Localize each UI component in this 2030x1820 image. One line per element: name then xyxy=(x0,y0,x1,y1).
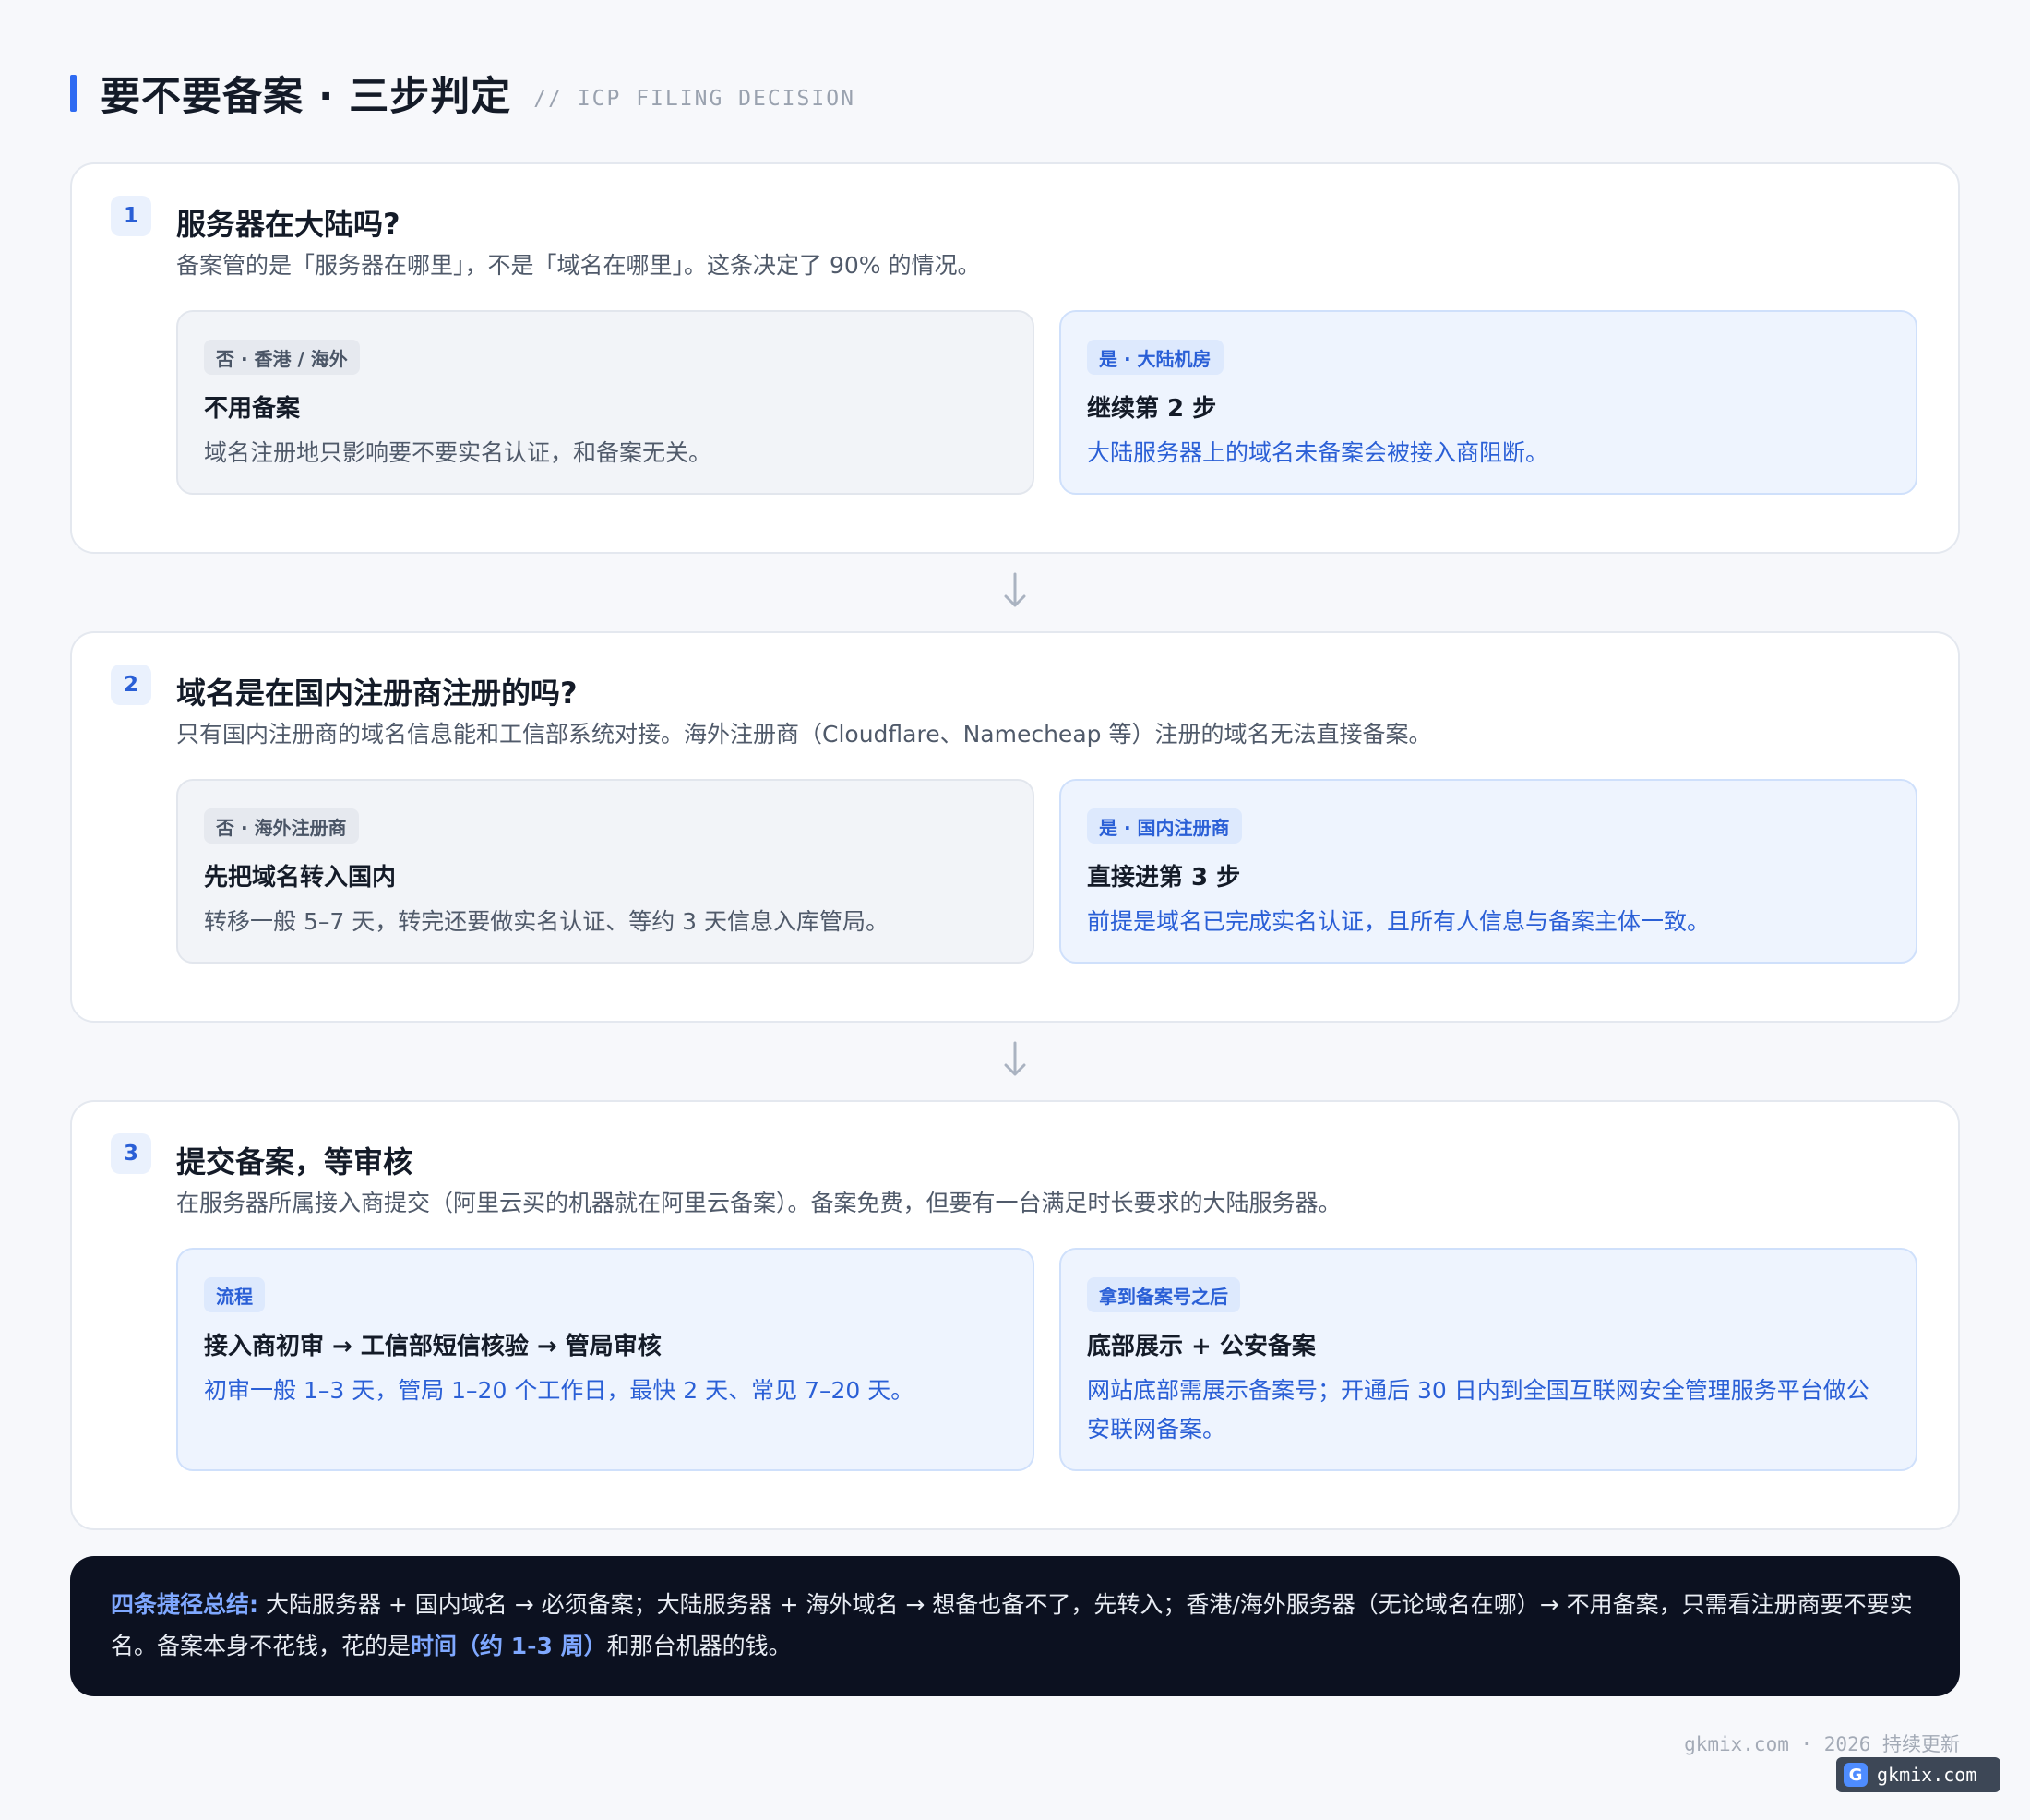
option-tag: 否 · 海外注册商 xyxy=(204,808,359,844)
step-3-card: 3 提交备案，等审核 在服务器所属接入商提交（阿里云买的机器就在阿里云备案）。备… xyxy=(70,1100,1960,1530)
accent-bar xyxy=(70,75,77,112)
option-yes: 是 · 国内注册商 直接进第 3 步 前提是域名已完成实名认证，且所有人信息与备… xyxy=(1059,779,1917,964)
arrow-down-icon xyxy=(1004,572,1026,607)
summary-lead: 四条捷径总结: xyxy=(111,1591,258,1618)
watermark-text: gkmix.com xyxy=(1877,1764,1977,1786)
option-text: 网站底部需展示备案号；开通后 30 日内到全国互联网安全管理服务平台做公安联网备… xyxy=(1087,1377,1869,1443)
option-title: 继续第 2 步 xyxy=(1087,395,1217,423)
step-number-badge: 3 xyxy=(111,1133,151,1174)
step-description: 备案管的是「服务器在哪里」，不是「域名在哪里」。这条决定了 90% 的情况。 xyxy=(176,252,981,279)
option-tag: 否 · 香港 / 海外 xyxy=(204,340,360,375)
watermark: G gkmix.com xyxy=(1836,1757,2000,1792)
option-title: 先把域名转入国内 xyxy=(204,864,397,892)
option-title: 接入商初审 → 工信部短信核验 → 管局审核 xyxy=(204,1333,662,1360)
logo-icon: G xyxy=(1844,1763,1868,1787)
arrow-down-icon xyxy=(1004,1041,1026,1076)
page: 要不要备案 · 三步判定 // ICP FILING DECISION 1 服务… xyxy=(0,0,2030,1820)
step-number-badge: 1 xyxy=(111,196,151,236)
option-text: 大陆服务器上的域名未备案会被接入商阻断。 xyxy=(1087,439,1549,466)
option-yes: 是 · 大陆机房 继续第 2 步 大陆服务器上的域名未备案会被接入商阻断。 xyxy=(1059,310,1917,495)
option-text: 前提是域名已完成实名认证，且所有人信息与备案主体一致。 xyxy=(1087,908,1711,935)
page-subtitle: // ICP FILING DECISION xyxy=(533,87,855,111)
step-question: 提交备案，等审核 xyxy=(176,1144,413,1179)
option-after-approval: 拿到备案号之后 底部展示 + 公安备案 网站底部需展示备案号；开通后 30 日内… xyxy=(1059,1248,1917,1471)
option-text: 转移一般 5–7 天，转完还要做实名认证、等约 3 天信息入库管局。 xyxy=(204,908,890,935)
step-question: 域名是在国内注册商注册的吗? xyxy=(176,676,578,711)
summary-text-end: 和那台机器的钱。 xyxy=(606,1633,792,1659)
option-no: 否 · 海外注册商 先把域名转入国内 转移一般 5–7 天，转完还要做实名认证、… xyxy=(176,779,1034,964)
step-question: 服务器在大陆吗? xyxy=(176,207,400,242)
footer-text: gkmix.com · 2026 持续更新 xyxy=(1684,1733,1960,1755)
option-tag: 流程 xyxy=(204,1277,265,1312)
step-1-card: 1 服务器在大陆吗? 备案管的是「服务器在哪里」，不是「域名在哪里」。这条决定了… xyxy=(70,162,1960,554)
page-title: 要不要备案 · 三步判定 xyxy=(101,74,512,120)
option-tag: 拿到备案号之后 xyxy=(1087,1277,1240,1312)
option-tag: 是 · 大陆机房 xyxy=(1087,340,1224,375)
option-text: 初审一般 1–3 天，管局 1–20 个工作日，最快 2 天、常见 7–20 天… xyxy=(204,1377,914,1404)
option-no: 否 · 香港 / 海外 不用备案 域名注册地只影响要不要实名认证，和备案无关。 xyxy=(176,310,1034,495)
option-text: 域名注册地只影响要不要实名认证，和备案无关。 xyxy=(204,439,712,466)
step-2-card: 2 域名是在国内注册商注册的吗? 只有国内注册商的域名信息能和工信部系统对接。海… xyxy=(70,631,1960,1023)
step-description: 在服务器所属接入商提交（阿里云买的机器就在阿里云备案）。备案免费，但要有一台满足… xyxy=(176,1190,1342,1216)
option-tag: 是 · 国内注册商 xyxy=(1087,808,1242,844)
summary-text: 大陆服务器 + 国内域名 → 必须备案；大陆服务器 + 海外域名 → 想备也备不… xyxy=(111,1591,1913,1659)
option-title: 底部展示 + 公安备案 xyxy=(1087,1333,1316,1360)
step-number-badge: 2 xyxy=(111,665,151,705)
page-header: 要不要备案 · 三步判定 // ICP FILING DECISION xyxy=(70,68,855,120)
option-process: 流程 接入商初审 → 工信部短信核验 → 管局审核 初审一般 1–3 天，管局 … xyxy=(176,1248,1034,1471)
option-title: 直接进第 3 步 xyxy=(1087,864,1241,892)
step-description: 只有国内注册商的域名信息能和工信部系统对接。海外注册商（Cloudflare、N… xyxy=(176,721,1432,748)
summary-highlight: 时间（约 1-3 周） xyxy=(411,1633,607,1659)
option-title: 不用备案 xyxy=(204,395,301,423)
summary-box: 四条捷径总结: 大陆服务器 + 国内域名 → 必须备案；大陆服务器 + 海外域名… xyxy=(70,1556,1960,1696)
